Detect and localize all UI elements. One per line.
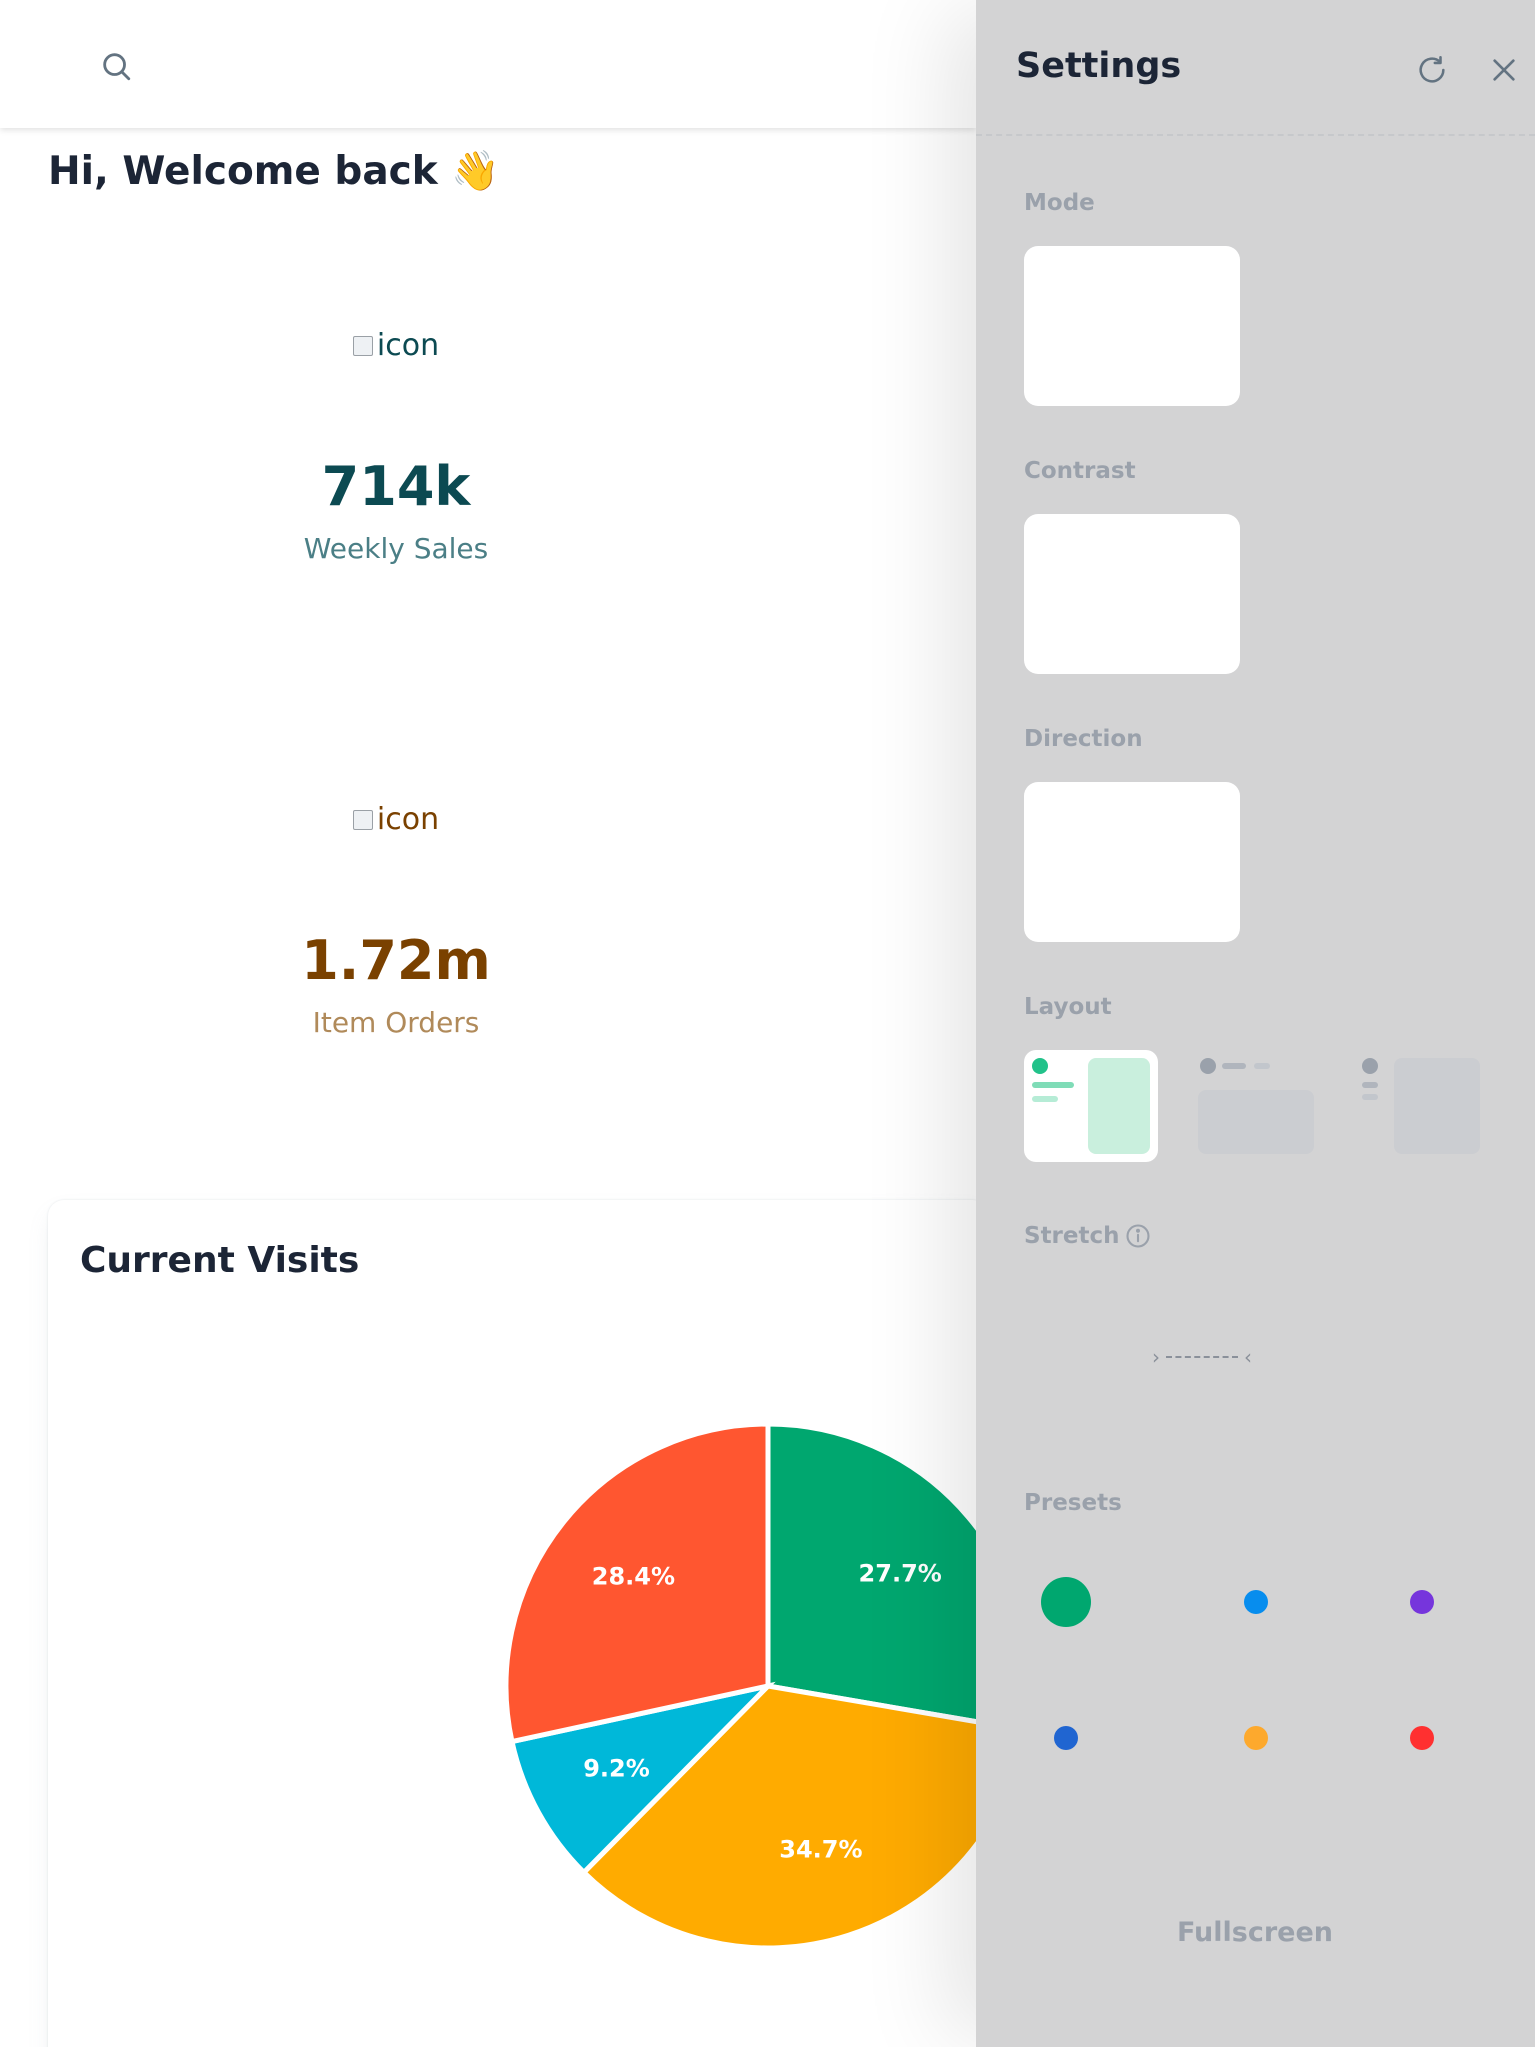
chevron-left-icon: ‹ (1244, 1345, 1252, 1369)
layout-label: Layout (1024, 994, 1112, 1020)
layout-horizontal-icon (1198, 1058, 1314, 1154)
settings-title: Settings (1016, 46, 1182, 86)
mode-toggle[interactable] (1024, 246, 1240, 406)
item-orders-label: Item Orders (312, 1006, 480, 1039)
weekly-sales-icon: icon (352, 328, 440, 363)
weekly-sales-label: Weekly Sales (303, 532, 489, 565)
preset-color-swatch[interactable] (1041, 1577, 1091, 1627)
weekly-sales-card: icon 714k Weekly Sales (240, 328, 552, 565)
pie-slice-label: 27.7% (859, 1560, 942, 1588)
preset-color-swatch[interactable] (1410, 1590, 1434, 1614)
broken-image-icon (352, 335, 373, 356)
fullscreen-button[interactable]: Fullscreen (1140, 1908, 1370, 1958)
settings-header: Settings (976, 0, 1535, 136)
preset-color-swatch[interactable] (1054, 1726, 1078, 1750)
item-orders-card: icon 1.72m Item Orders (240, 802, 552, 1039)
broken-image-icon (352, 809, 373, 830)
pie-slice-label: 34.7% (779, 1836, 862, 1864)
direction-label: Direction (1024, 726, 1143, 752)
layout-option-vertical[interactable] (1024, 1050, 1158, 1162)
mode-label: Mode (1024, 190, 1095, 216)
close-icon (1493, 59, 1515, 81)
close-settings-button[interactable] (1482, 48, 1526, 92)
item-orders-value: 1.72m (301, 929, 491, 992)
preset-color-swatch[interactable] (1410, 1726, 1434, 1750)
refresh-icon (1419, 55, 1445, 83)
layout-option-mini[interactable] (1360, 1050, 1480, 1162)
icon-alt-text: icon (376, 802, 440, 837)
preset-color-swatch[interactable] (1244, 1726, 1268, 1750)
pie-slice-label: 9.2% (583, 1754, 650, 1782)
layout-vertical-icon (1032, 1058, 1150, 1154)
layout-option-horizontal[interactable] (1198, 1050, 1316, 1162)
welcome-heading: Hi, Welcome back 👋 (48, 149, 500, 194)
stretch-toggle[interactable]: › ‹ (1152, 1344, 1252, 1370)
icon-alt-text: icon (376, 328, 440, 363)
current-visits-card: Current Visits 27.7% 34.7% 9.2% 28.4% (48, 1200, 988, 2047)
stretch-label: Stretch (1024, 1223, 1120, 1249)
top-header (0, 0, 976, 128)
item-orders-icon: icon (352, 802, 440, 837)
contrast-label: Contrast (1024, 458, 1136, 484)
pie-slice-label: 28.4% (592, 1562, 675, 1590)
contrast-toggle[interactable] (1024, 514, 1240, 674)
layout-mini-icon (1362, 1058, 1480, 1154)
settings-drawer: Settings Mode Contrast Direction Layout (976, 0, 1535, 2047)
search-icon (103, 53, 131, 81)
info-icon[interactable] (1124, 1222, 1152, 1250)
weekly-sales-value: 714k (321, 455, 471, 518)
current-visits-pie-chart: 27.7% 34.7% 9.2% 28.4% (503, 1421, 988, 1951)
stretch-dash-line (1166, 1356, 1238, 1358)
stretch-label-row: Stretch (1024, 1222, 1152, 1250)
chevron-right-icon: › (1152, 1345, 1160, 1369)
reset-settings-button[interactable] (1410, 48, 1454, 92)
search-button[interactable] (96, 46, 136, 86)
preset-color-swatch[interactable] (1244, 1590, 1268, 1614)
direction-toggle[interactable] (1024, 782, 1240, 942)
presets-label: Presets (1024, 1490, 1122, 1516)
